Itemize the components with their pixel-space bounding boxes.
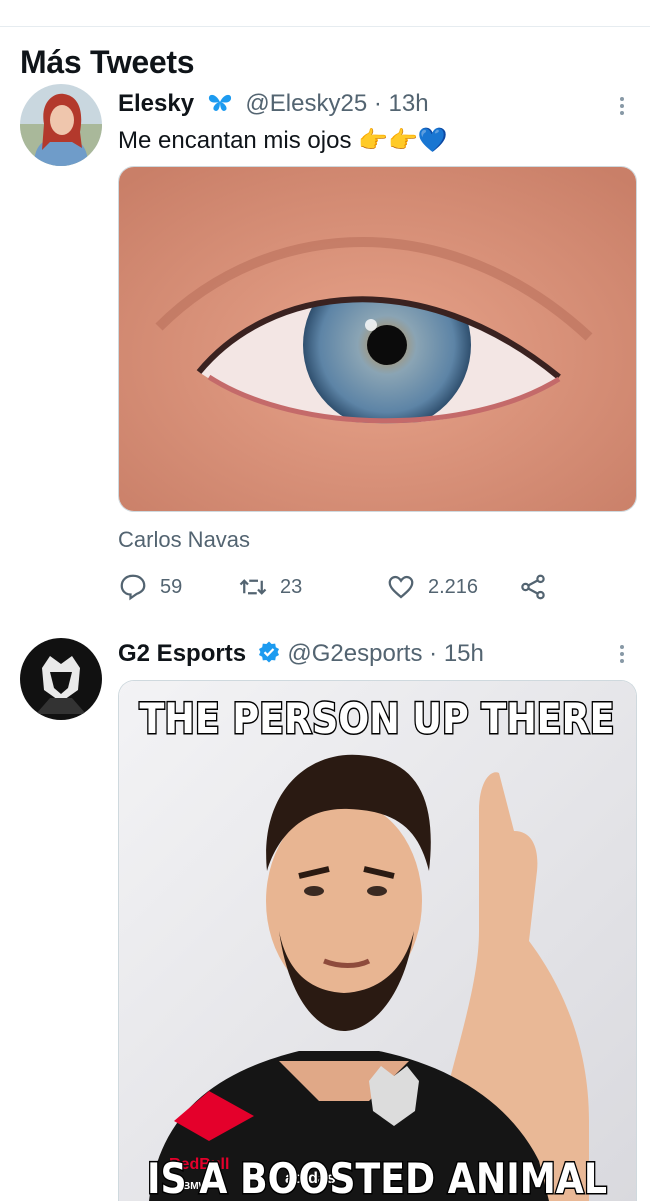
- meme-bottom-text: IS A BOOSTED ANIMAL: [147, 1154, 607, 1201]
- tweet-image-eye[interactable]: [118, 166, 637, 512]
- tweet-text: Me encantan mis ojos 👉👉💙: [118, 127, 448, 154]
- tweet-elesky[interactable]: Elesky @Elesky25 · 13h Me encantan mis o…: [0, 0, 650, 620]
- tweet-time[interactable]: 15h: [444, 640, 484, 667]
- like-button[interactable]: 2.216: [386, 572, 478, 602]
- author-name[interactable]: Elesky: [118, 90, 194, 117]
- tweet-header: G2 Esports @G2esports · 15h: [118, 640, 484, 671]
- share-icon: [521, 574, 545, 600]
- author-handle[interactable]: @G2esports: [287, 640, 422, 667]
- retweet-icon: [239, 579, 267, 595]
- separator-dot: ·: [429, 640, 438, 667]
- separator-dot: ·: [373, 90, 382, 117]
- reply-count: 59: [160, 575, 183, 598]
- more-options-icon[interactable]: [620, 94, 626, 118]
- tweet-actions: 59 23 2.216: [118, 572, 568, 604]
- tweet-time[interactable]: 13h: [389, 90, 429, 117]
- tweet-image-meme[interactable]: RedBull adidas BMW THE PERSON UP THERE I…: [118, 680, 637, 1201]
- retweet-count: 23: [280, 575, 303, 598]
- like-icon: [388, 575, 414, 599]
- more-options-icon[interactable]: [620, 642, 626, 666]
- tweet-g2esports[interactable]: G2 Esports @G2esports · 15h RedBull adid…: [0, 620, 650, 1201]
- author-handle[interactable]: @Elesky25: [245, 90, 367, 117]
- retweet-button[interactable]: 23: [238, 572, 302, 602]
- reply-icon: [120, 574, 146, 601]
- share-button[interactable]: [518, 572, 548, 602]
- reply-button[interactable]: 59: [118, 572, 182, 602]
- tweet-header: Elesky @Elesky25 · 13h: [118, 90, 429, 120]
- author-name[interactable]: G2 Esports: [118, 640, 246, 667]
- butterfly-icon: [207, 91, 233, 120]
- avatar-g2[interactable]: [20, 638, 102, 720]
- media-caption: Carlos Navas: [118, 527, 251, 552]
- like-count: 2.216: [428, 575, 479, 598]
- verified-badge-icon: [257, 640, 281, 671]
- meme-top-text: THE PERSON UP THERE: [140, 694, 615, 743]
- avatar-elesky[interactable]: [20, 84, 102, 166]
